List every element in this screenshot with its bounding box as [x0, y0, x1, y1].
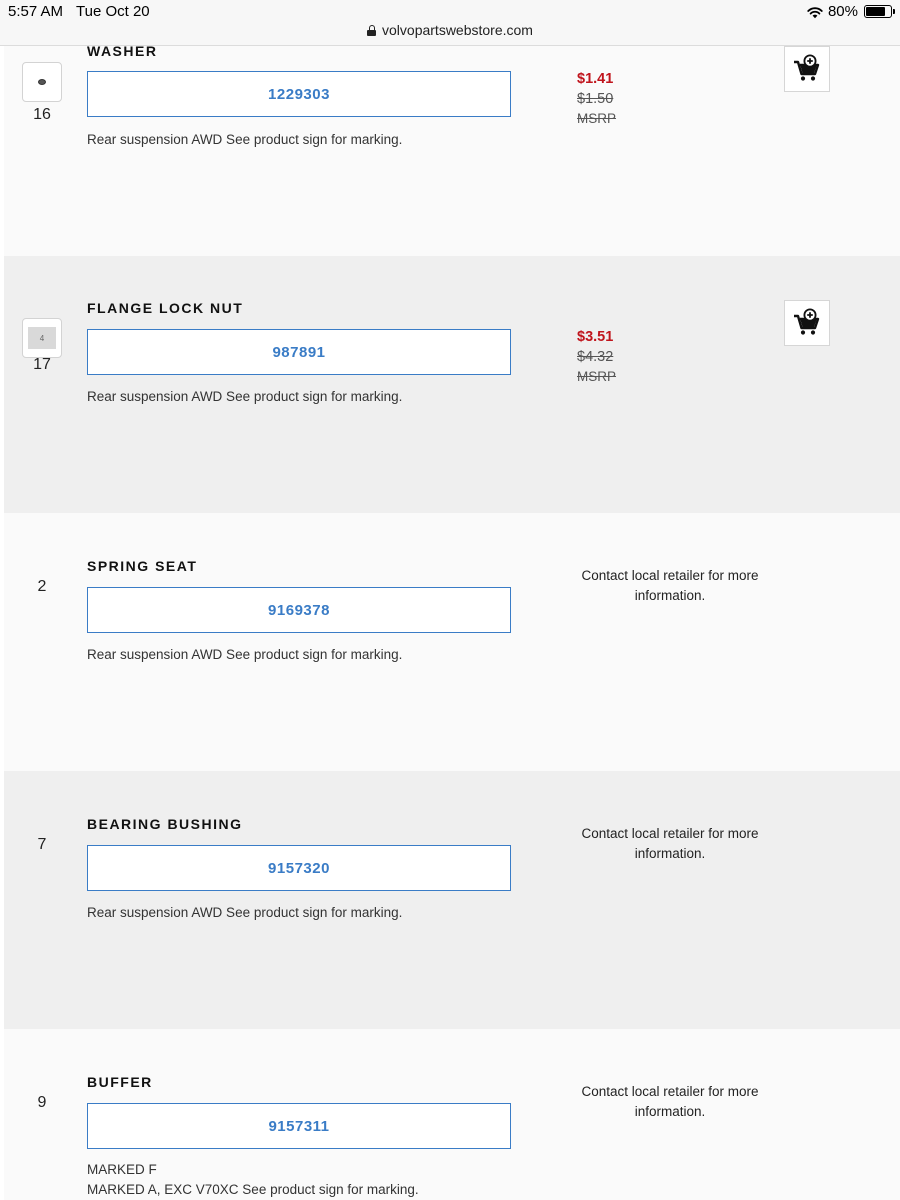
part-thumbnail[interactable]: 4: [22, 318, 62, 358]
contact-line-1: Contact local retailer for more: [581, 1084, 759, 1099]
part-thumbnail[interactable]: [22, 62, 62, 102]
battery-fill: [866, 7, 885, 16]
sale-price: $3.51: [577, 329, 614, 345]
part-description: Rear suspension AWD See product sign for…: [87, 905, 403, 920]
part-number-button[interactable]: 987891: [87, 329, 511, 375]
item-number: 9: [37, 1094, 47, 1111]
part-row: 16 WASHER 1229303 Rear suspension AWD Se…: [4, 43, 900, 256]
part-row: 4 17 FLANGE LOCK NUT 987891 Rear suspens…: [4, 256, 900, 513]
msrp-label: MSRP: [577, 111, 617, 126]
item-number: 17: [33, 356, 51, 373]
part-number-button[interactable]: 9169378: [87, 587, 511, 633]
flange-nut-image: 4: [28, 327, 56, 349]
part-row: 9 BUFFER 9157311 MARKED F MARKED A, EXC …: [4, 1029, 900, 1200]
url-bar[interactable]: volvopartswebstore.com: [0, 22, 900, 38]
part-number-button[interactable]: 9157311: [87, 1103, 511, 1149]
contact-line-1: Contact local retailer for more: [581, 826, 759, 841]
price-box: $1.41 $1.50 MSRP: [577, 69, 616, 129]
status-bar: 5:57 AM Tue Oct 20 80% volvopartswebstor…: [0, 0, 900, 46]
contact-retailer-text: Contact local retailer for more informat…: [570, 566, 770, 606]
add-to-cart-icon: [794, 308, 820, 335]
part-description: Rear suspension AWD See product sign for…: [87, 647, 403, 662]
part-name: WASHER: [87, 43, 158, 59]
washer-image: [38, 79, 46, 85]
description-line-1: MARKED F: [87, 1162, 157, 1177]
part-row: 7 BEARING BUSHING 9157320 Rear suspensio…: [4, 771, 900, 1029]
part-description: MARKED F MARKED A, EXC V70XC See product…: [87, 1160, 419, 1200]
add-to-cart-icon: [794, 54, 820, 81]
part-description: Rear suspension AWD See product sign for…: [87, 389, 403, 404]
item-number: 7: [37, 836, 47, 853]
part-name: SPRING SEAT: [87, 558, 198, 574]
contact-line-2: information.: [634, 846, 706, 861]
part-row: 2 SPRING SEAT 9169378 Rear suspension AW…: [4, 513, 900, 771]
contact-retailer-text: Contact local retailer for more informat…: [570, 824, 770, 864]
description-line-2: MARKED A, EXC V70XC See product sign for…: [87, 1182, 419, 1197]
item-number: 2: [37, 578, 47, 595]
battery-icon: [864, 5, 895, 18]
parts-list: 16 WASHER 1229303 Rear suspension AWD Se…: [4, 43, 900, 1200]
thumbnail-text: 4: [39, 333, 45, 343]
status-time: 5:57 AM: [8, 3, 64, 20]
status-date: Tue Oct 20: [76, 3, 150, 20]
original-price: $1.50: [577, 91, 614, 107]
status-indicators: 80%: [806, 3, 895, 20]
battery-percent: 80%: [827, 3, 858, 20]
url-text: volvopartswebstore.com: [382, 22, 533, 38]
lock-icon: [367, 25, 377, 36]
original-price: $4.32: [577, 349, 614, 365]
part-name: FLANGE LOCK NUT: [87, 300, 244, 316]
part-name: BUFFER: [87, 1074, 153, 1090]
wifi-icon: [807, 6, 823, 18]
part-description: Rear suspension AWD See product sign for…: [87, 132, 403, 147]
contact-line-1: Contact local retailer for more: [581, 568, 759, 583]
contact-line-2: information.: [634, 588, 706, 603]
part-name: BEARING BUSHING: [87, 816, 243, 832]
add-to-cart-button[interactable]: [784, 46, 830, 92]
item-number: 16: [33, 106, 51, 123]
contact-line-2: information.: [634, 1104, 706, 1119]
msrp-label: MSRP: [577, 369, 617, 384]
part-number-button[interactable]: 9157320: [87, 845, 511, 891]
add-to-cart-button[interactable]: [784, 300, 830, 346]
price-box: $3.51 $4.32 MSRP: [577, 327, 616, 387]
part-number-button[interactable]: 1229303: [87, 71, 511, 117]
contact-retailer-text: Contact local retailer for more informat…: [570, 1082, 770, 1122]
sale-price: $1.41: [577, 71, 614, 87]
